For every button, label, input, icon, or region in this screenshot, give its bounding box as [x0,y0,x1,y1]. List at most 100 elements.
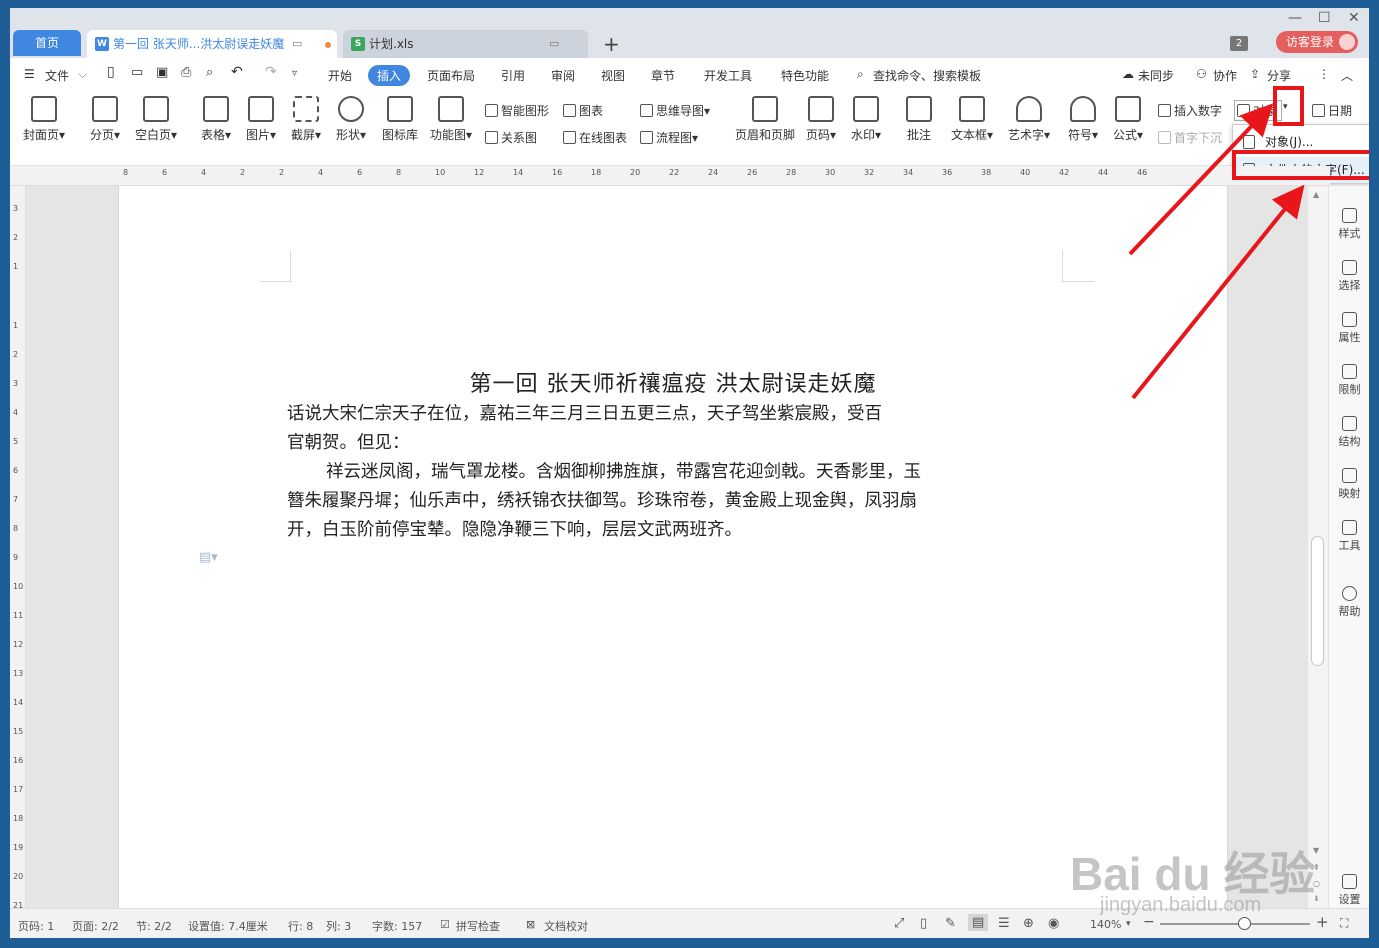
close-icon[interactable]: ✕ [1348,10,1360,26]
collapse-ribbon-icon[interactable]: ︿ [1341,67,1353,84]
paragraph-line[interactable]: 官朝贺。但见： [287,429,997,458]
horizontal-ruler[interactable]: 8 6 4 2 2 4 6 8 10 12 14 16 18 20 22 24 26 28 30 32 34 36 38 40… [10,166,1330,186]
table-button[interactable]: 表格▾ [201,96,231,143]
doc-proof-button[interactable]: 文档校对 [544,918,588,934]
icon-library-button[interactable]: 图标库 [382,96,418,143]
menu-chapter[interactable]: 章节 [651,67,675,84]
status-col[interactable]: 列: 3 [326,918,351,934]
collab-button[interactable]: 协作 [1213,67,1237,84]
screenshot-button[interactable]: 截屏▾ [291,96,321,143]
comment-button[interactable]: 批注 [906,96,932,143]
watermark-button[interactable]: 水印▾ [851,96,881,143]
menu-view[interactable]: 视图 [601,67,625,84]
side-structure-button[interactable]: 结构 [1329,416,1369,449]
paragraph-line[interactable]: 话说大宋仁宗天子在位，嘉祐三年三月三日五更三点，天子驾坐紫宸殿，受百 [287,400,997,429]
tab-spreadsheet[interactable]: S 计划.xls ▭ [343,30,588,58]
symbol-button[interactable]: 符号▾ [1068,96,1098,143]
zoom-dropdown-icon[interactable]: ▾ [1126,919,1131,929]
menu-review[interactable]: 审阅 [551,67,575,84]
command-search[interactable]: 查找命令、搜索模板 [873,67,981,84]
scrollbar-thumb[interactable] [1311,536,1324,666]
status-page-number[interactable]: 页码: 1 [18,918,54,934]
status-word-count[interactable]: 字数: 157 [372,918,422,934]
date-button[interactable]: 日期 [1312,102,1352,119]
paragraph-line[interactable]: 簪朱履聚丹墀；仙乐声中，绣袄锦衣扶御驾。珍珠帘卷，黄金殿上现金舆，凤羽扇 [287,487,997,516]
status-setting-value[interactable]: 设置值: 7.4厘米 [188,918,268,934]
monitor-icon[interactable]: ▭ [292,30,302,58]
paragraph-line[interactable]: 开，白玉阶前停宝辇。隐隐净鞭三下响，层层文武两班齐。 [287,516,997,545]
blank-page-button[interactable]: 空白页▾ [135,96,177,143]
hamburger-icon[interactable]: ☰ [24,67,35,81]
customize-chevron-icon[interactable]: ▿ [292,68,297,79]
menu-insert[interactable]: 插入 [368,65,411,86]
side-settings-button[interactable]: 设置 [1329,874,1369,907]
menu-layout[interactable]: 页面布局 [427,67,475,84]
save-icon[interactable]: ▣ [156,65,168,80]
redo-icon[interactable]: ↷ [265,64,277,80]
formula-button[interactable]: 公式▾ [1113,96,1143,143]
preview-icon[interactable]: ⌕ [206,65,213,80]
zoom-in-icon[interactable]: + [1316,913,1329,931]
vertical-scrollbar[interactable]: ▲ ▼ ⇞ ○ ⇟ [1308,186,1328,908]
side-tools-button[interactable]: 工具 [1329,520,1369,553]
fit-page-icon[interactable]: ⛶ [1340,916,1348,931]
new-tab-button[interactable]: + [603,30,620,58]
header-footer-button[interactable]: 页眉和页脚 [735,96,795,143]
relation-chart-button[interactable]: 关系图 [485,129,537,146]
open-folder-icon[interactable]: ▭ [131,65,143,80]
menu-file[interactable]: 文件 [45,67,69,84]
shape-button[interactable]: 形状▾ [336,96,366,143]
side-limit-button[interactable]: 限制 [1329,364,1369,397]
insert-number-button[interactable]: 插入数字 [1158,102,1222,119]
side-map-button[interactable]: 映射 [1329,468,1369,501]
side-style-button[interactable]: 样式 [1329,208,1369,241]
outline-view-icon[interactable]: ☰ [998,916,1010,931]
web-view-icon[interactable]: ⊕ [1023,916,1034,931]
mindmap-button[interactable]: 思维导图▾ [640,102,710,119]
document-title[interactable]: 第一回 张天师祈禳瘟疫 洪太尉误走妖魔 [119,366,1227,398]
new-doc-icon[interactable]: ▯ [107,64,115,80]
cover-page-button[interactable]: 封面页▾ [23,96,65,143]
share-button[interactable]: 分享 [1267,67,1291,84]
scroll-up-icon[interactable]: ▲ [1313,190,1319,199]
more-icon[interactable]: ⋮ [1318,67,1330,81]
tab-home[interactable]: 首页 [13,30,81,56]
zoom-slider-handle[interactable] [1238,917,1251,930]
wordart-button[interactable]: 艺术字▾ [1008,96,1050,143]
spell-check-button[interactable]: 拼写检查 [456,918,500,934]
tab-document[interactable]: W 第一回 张天师...洪太尉误走妖魔 ▭ [87,30,337,58]
textbox-button[interactable]: 文本框▾ [951,96,993,143]
page-view-icon[interactable]: ▤ [968,914,989,931]
menu-special[interactable]: 特色功能 [781,67,829,84]
zoom-slider[interactable] [1160,917,1310,930]
write-mode-icon[interactable]: ✎ [945,916,956,931]
chart-button[interactable]: 图表 [563,102,603,119]
side-help-button[interactable]: 帮助 [1329,586,1369,619]
smart-art-button[interactable]: 智能图形 [485,102,549,119]
status-row[interactable]: 行: 8 [288,918,313,934]
flowchart-button[interactable]: 流程图▾ [640,129,698,146]
document-page[interactable]: 第一回 张天师祈禳瘟疫 洪太尉误走妖魔 话说大宋仁宗天子在位，嘉祐三年三月三日五… [118,186,1228,908]
status-section[interactable]: 节: 2/2 [136,918,172,934]
vertical-ruler[interactable]: 3 2 1 1 2 3 4 5 6 7 8 9 10 11 12 13 14 15 16 17 18 19 20 21 [10,186,26,910]
drop-cap-button[interactable]: 首字下沉 [1158,129,1222,146]
menu-start[interactable]: 开始 [328,67,352,84]
side-attr-button[interactable]: 属性 [1329,312,1369,345]
zoom-level[interactable]: 140% [1090,918,1121,931]
undo-icon[interactable]: ↶ [231,64,243,80]
paragraph-handle-icon[interactable]: ▤▾ [199,550,218,565]
fullscreen-icon[interactable]: ⤢ [894,916,904,931]
sync-status[interactable]: 未同步 [1138,67,1174,84]
monitor-icon[interactable]: ▭ [549,30,559,58]
paragraph-line[interactable]: 祥云迷凤阁，瑞气罩龙楼。含烟御柳拂旌旗，带露宫花迎剑戟。天香影里，玉 [287,458,997,487]
image-button[interactable]: 图片▾ [246,96,276,143]
page-number-button[interactable]: 页码▾ [806,96,836,143]
page-break-button[interactable]: 分页▾ [90,96,120,143]
maximize-icon[interactable]: ☐ [1318,10,1331,26]
function-chart-button[interactable]: 功能图▾ [430,96,472,143]
read-mode-icon[interactable]: ▯ [920,916,927,931]
print-icon[interactable]: ⎙ [181,65,191,80]
window-count-badge[interactable]: 2 [1230,36,1248,51]
minimize-icon[interactable]: — [1288,10,1302,26]
menu-developer[interactable]: 开发工具 [704,67,752,84]
